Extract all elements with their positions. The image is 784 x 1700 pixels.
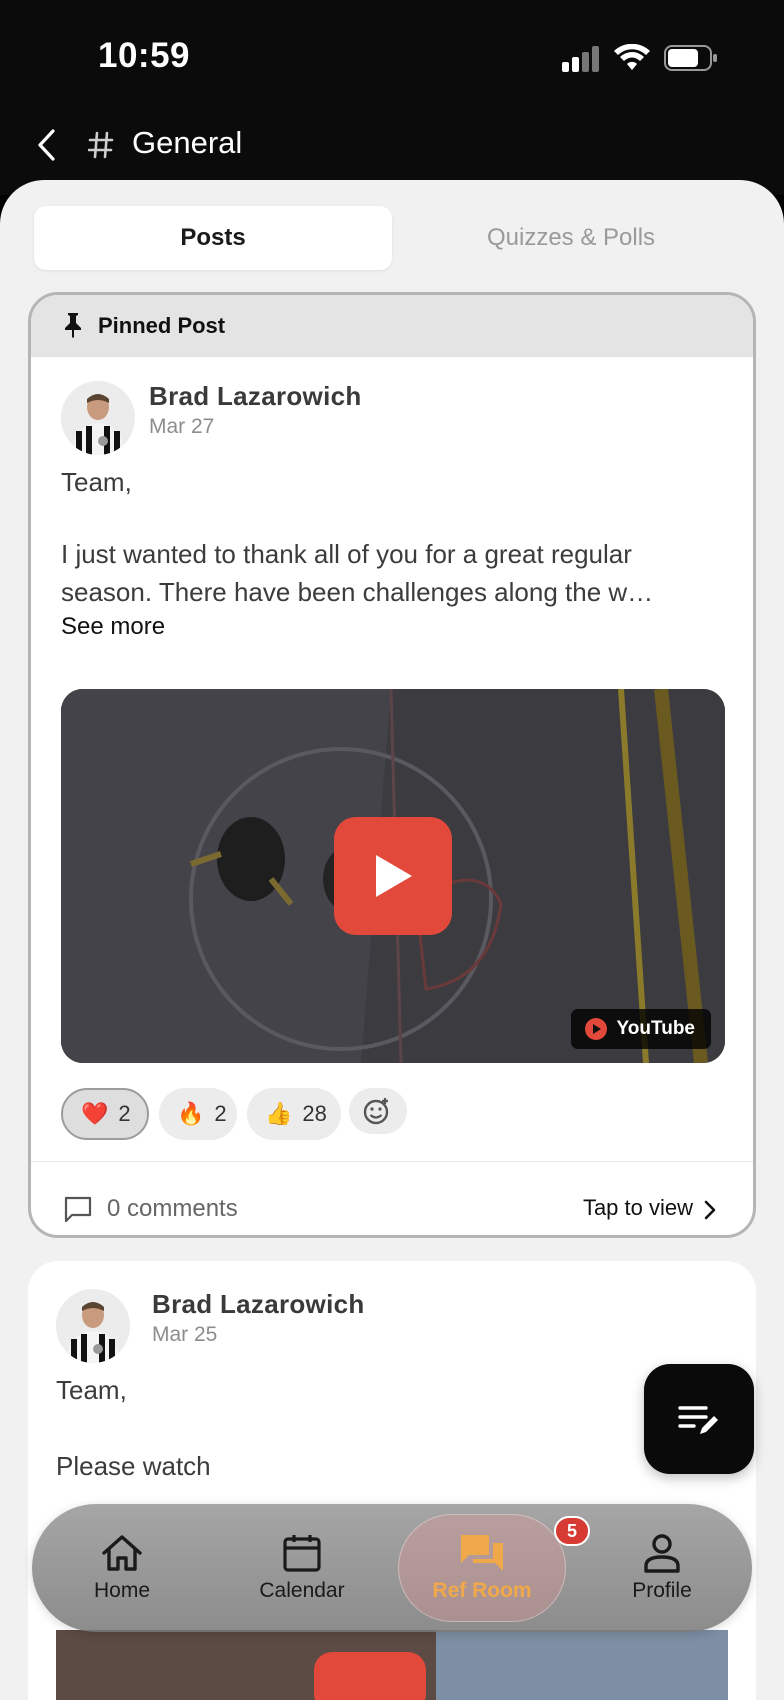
thumbs-up-emoji-icon: 👍 [265, 1101, 293, 1126]
divider [31, 1161, 753, 1162]
add-reaction-button[interactable] [349, 1088, 407, 1134]
hash-icon [88, 131, 114, 159]
reaction-count: 2 [118, 1101, 131, 1126]
tab-quizzes-polls[interactable]: Quizzes & Polls [392, 206, 750, 270]
nav-ref-room[interactable]: Ref Room [398, 1514, 566, 1622]
home-icon [102, 1535, 142, 1571]
compose-post-button[interactable] [644, 1364, 754, 1474]
tab-posts[interactable]: Posts [34, 206, 392, 270]
comment-count[interactable]: 0 comments [107, 1195, 238, 1223]
wifi-icon [614, 44, 650, 70]
comment-icon [64, 1196, 92, 1223]
nav-profile[interactable]: Profile [602, 1504, 722, 1632]
bottom-nav: Home Calendar Ref Room 5 Profile [32, 1504, 752, 1632]
reaction-count: 28 [302, 1101, 327, 1126]
tap-to-view-link[interactable]: Tap to view [583, 1195, 693, 1221]
nav-calendar[interactable]: Calendar [232, 1504, 372, 1632]
compose-icon [678, 1406, 718, 1434]
person-icon [644, 1534, 680, 1573]
post-greeting: Team, [61, 467, 132, 497]
play-icon [376, 855, 412, 897]
heart-emoji-icon: ❤️ [81, 1101, 109, 1126]
reaction-count: 2 [214, 1101, 227, 1126]
calendar-icon [283, 1535, 321, 1572]
tab-bar: Posts Quizzes & Polls [34, 206, 750, 270]
youtube-badge: YouTube [570, 1009, 711, 1049]
clock: 10:59 [98, 36, 191, 75]
nav-label: Home [93, 1579, 151, 1602]
nav-label: Calendar [259, 1579, 345, 1602]
post-date: Mar 25 [152, 1323, 218, 1346]
author-name[interactable]: Brad Lazarowich [149, 381, 362, 412]
chevron-right-icon [704, 1200, 716, 1220]
chat-icon [461, 1535, 503, 1571]
nav-label: Ref Room [432, 1579, 532, 1602]
fire-emoji-icon: 🔥 [177, 1101, 205, 1126]
see-more-link[interactable]: See more [61, 613, 165, 641]
pinned-post-card[interactable]: Pinned Post Brad Lazarowich Mar 27 Team,… [28, 292, 756, 1238]
post-greeting: Team, [56, 1375, 127, 1405]
avatar[interactable] [56, 1289, 130, 1363]
pin-icon [65, 313, 81, 338]
avatar[interactable] [61, 381, 135, 455]
play-button[interactable] [334, 817, 452, 935]
pinned-header: Pinned Post [31, 295, 753, 357]
add-emoji-icon [363, 1098, 389, 1125]
status-bar: 10:59 [0, 0, 784, 115]
youtube-label: YouTube [616, 1018, 695, 1039]
channel-title: General [132, 125, 243, 160]
reaction-thumbs-up[interactable]: 👍 28 [247, 1088, 341, 1140]
post-body: Please watch [56, 1451, 211, 1481]
notification-badge: 5 [554, 1516, 590, 1546]
nav-label: Profile [632, 1579, 692, 1602]
post-body: I just wanted to thank all of you for a … [61, 539, 654, 607]
reaction-heart[interactable]: ❤️ 2 [61, 1088, 149, 1140]
nav-home[interactable]: Home [62, 1504, 182, 1632]
author-name[interactable]: Brad Lazarowich [152, 1289, 365, 1320]
signal-icon [562, 46, 599, 72]
next-video-preview [56, 1630, 728, 1700]
post-date: Mar 27 [149, 415, 215, 438]
reaction-fire[interactable]: 🔥 2 [159, 1088, 237, 1140]
back-chevron-icon[interactable] [34, 127, 60, 163]
video-embed[interactable]: YouTube [61, 689, 725, 1063]
pinned-label: Pinned Post [98, 313, 226, 338]
youtube-icon [584, 1018, 607, 1040]
battery-icon [664, 45, 717, 71]
